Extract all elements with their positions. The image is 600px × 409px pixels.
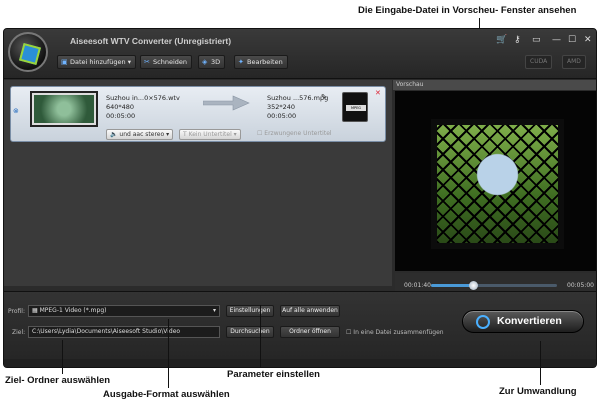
source-file-name: Suzhou in...0×576.wtv [106, 94, 180, 102]
profile-select[interactable]: ▦ MPEG-1 Video (*.mpg) ▾ [28, 305, 220, 317]
close-icon[interactable]: ✕ [584, 35, 592, 45]
target-duration: 00:05:00 [267, 112, 297, 120]
output-settings-panel: Profil: ▦ MPEG-1 Video (*.mpg) ▾ Einstell… [4, 291, 596, 367]
callout-convert: Zur Umwandlung [499, 386, 577, 397]
3d-icon: ◈ [202, 58, 208, 66]
file-item[interactable]: ⊗ Suzhou in...0×576.wtv 640*480 00:05:00… [10, 86, 386, 142]
target-path-input[interactable]: C:\Users\Lydia\Documents\Aiseesoft Studi… [28, 326, 220, 338]
subtitle-select[interactable]: T Kein Untertitel ▾ [179, 129, 241, 140]
title-bar: Aiseesoft WTV Converter (Unregistriert) … [4, 29, 596, 79]
current-time: 00:01:40 [404, 282, 431, 289]
profile-label: Profil: [8, 308, 25, 315]
file-list: ⊗ Suzhou in...0×576.wtv 640*480 00:05:00… [4, 80, 392, 286]
3d-button[interactable]: ◈ 3D [198, 55, 226, 69]
cut-button[interactable]: ✂ Schneiden [140, 55, 192, 69]
target-file-name: Suzhou ...576.mpg [267, 94, 329, 102]
amd-button[interactable]: AMD [562, 55, 586, 69]
seek-bar[interactable] [431, 281, 557, 290]
status-bar [4, 359, 596, 367]
subtitle-icon: T [183, 131, 187, 138]
browse-button[interactable]: Durchsuchen [226, 326, 274, 338]
app-window: Aiseesoft WTV Converter (Unregistriert) … [3, 28, 597, 368]
audio-track-select[interactable]: 🔈 und aac stereo ▾ [106, 129, 174, 140]
callout-parameters: Parameter einstellen [227, 369, 320, 380]
cuda-button[interactable]: CUDA [525, 55, 553, 69]
target-resolution: 352*240 [267, 103, 296, 111]
app-title: Aiseesoft WTV Converter (Unregistriert) [70, 36, 232, 46]
speaker-icon: 🔈 [110, 131, 118, 138]
forced-subtitle-checkbox[interactable]: ☐ Erzwungene Untertitel [257, 130, 332, 137]
chevron-down-icon: ▾ [212, 307, 216, 314]
source-duration: 00:05:00 [106, 112, 136, 120]
profile-icon: ▦ [32, 307, 38, 314]
preview-video [395, 91, 596, 271]
monitor-icon[interactable]: ▭ [532, 35, 541, 45]
callout-params-pointer [260, 305, 261, 367]
callout-target-pointer [62, 340, 63, 374]
convert-arrow-icon [203, 95, 250, 111]
remove-item-icon[interactable]: ✕ [375, 89, 381, 97]
callout-target-folder: Ziel- Ordner auswählen [5, 375, 111, 386]
video-thumbnail[interactable] [30, 91, 98, 127]
chevron-down-icon: ▾ [127, 58, 131, 66]
open-folder-button[interactable]: Ordner öffnen [280, 326, 340, 338]
edit-button[interactable]: ✦ Bearbeiten [234, 55, 288, 69]
expand-icon[interactable]: ⊗ [13, 107, 19, 115]
callout-output-format: Ausgabe-Format auswählen [103, 389, 230, 400]
edit-pencil-icon[interactable]: ✎ [321, 93, 327, 101]
source-resolution: 640*480 [106, 103, 135, 111]
apply-all-button[interactable]: Auf alle anwenden [280, 305, 340, 317]
merge-checkbox[interactable]: ☐ In eine Datei zusammenfügen [346, 329, 444, 336]
preview-label: Vorschau [393, 80, 596, 90]
minimize-icon[interactable]: — [552, 35, 561, 45]
callout-preview: Die Eingabe-Datei in Vorscheu- Fenster a… [358, 5, 577, 16]
convert-button[interactable]: Konvertieren [462, 310, 584, 333]
target-label: Ziel: [12, 329, 26, 336]
app-logo-icon [8, 32, 48, 72]
total-time: 00:05:00 [567, 282, 594, 289]
add-file-button[interactable]: ▣ Datei hinzufügen ▾ [57, 55, 136, 69]
callout-convert-pointer [540, 341, 541, 385]
sparkle-icon: ✦ [238, 58, 244, 66]
scissors-icon: ✂ [144, 58, 150, 66]
seek-handle[interactable] [468, 281, 478, 290]
settings-button[interactable]: Einstellungen [226, 305, 274, 317]
cart-icon[interactable]: 🛒 [496, 35, 507, 45]
refresh-icon [476, 315, 490, 329]
callout-format-pointer [168, 319, 169, 388]
output-device-icon[interactable]: MPEG [342, 92, 368, 122]
add-file-icon: ▣ [61, 58, 68, 66]
maximize-icon[interactable]: ☐ [568, 35, 576, 45]
key-icon[interactable]: ⚷ [514, 35, 521, 45]
